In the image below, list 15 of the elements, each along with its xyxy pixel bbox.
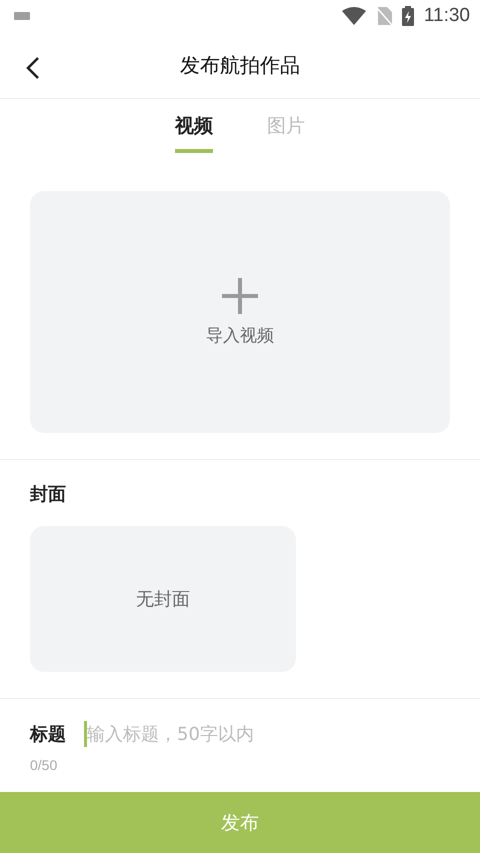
character-counter: 0/50	[30, 757, 58, 773]
no-cover-label: 无封面	[136, 588, 190, 611]
battery-charging-icon	[402, 6, 414, 26]
cover-placeholder[interactable]: 无封面	[30, 526, 296, 672]
status-time: 11:30	[424, 5, 470, 27]
title-label: 标题	[30, 723, 66, 746]
section-heading: 封面	[30, 483, 67, 506]
back-icon	[26, 56, 40, 80]
no-sim-icon	[376, 7, 392, 25]
wifi-icon	[342, 7, 366, 25]
page-title: 发布航拍作品	[180, 52, 300, 78]
plus-icon	[222, 278, 258, 314]
tab[interactable]: 视频	[175, 113, 213, 153]
import-label: 导入视频	[206, 324, 274, 346]
import-video-area[interactable]: 导入视频	[30, 191, 450, 433]
